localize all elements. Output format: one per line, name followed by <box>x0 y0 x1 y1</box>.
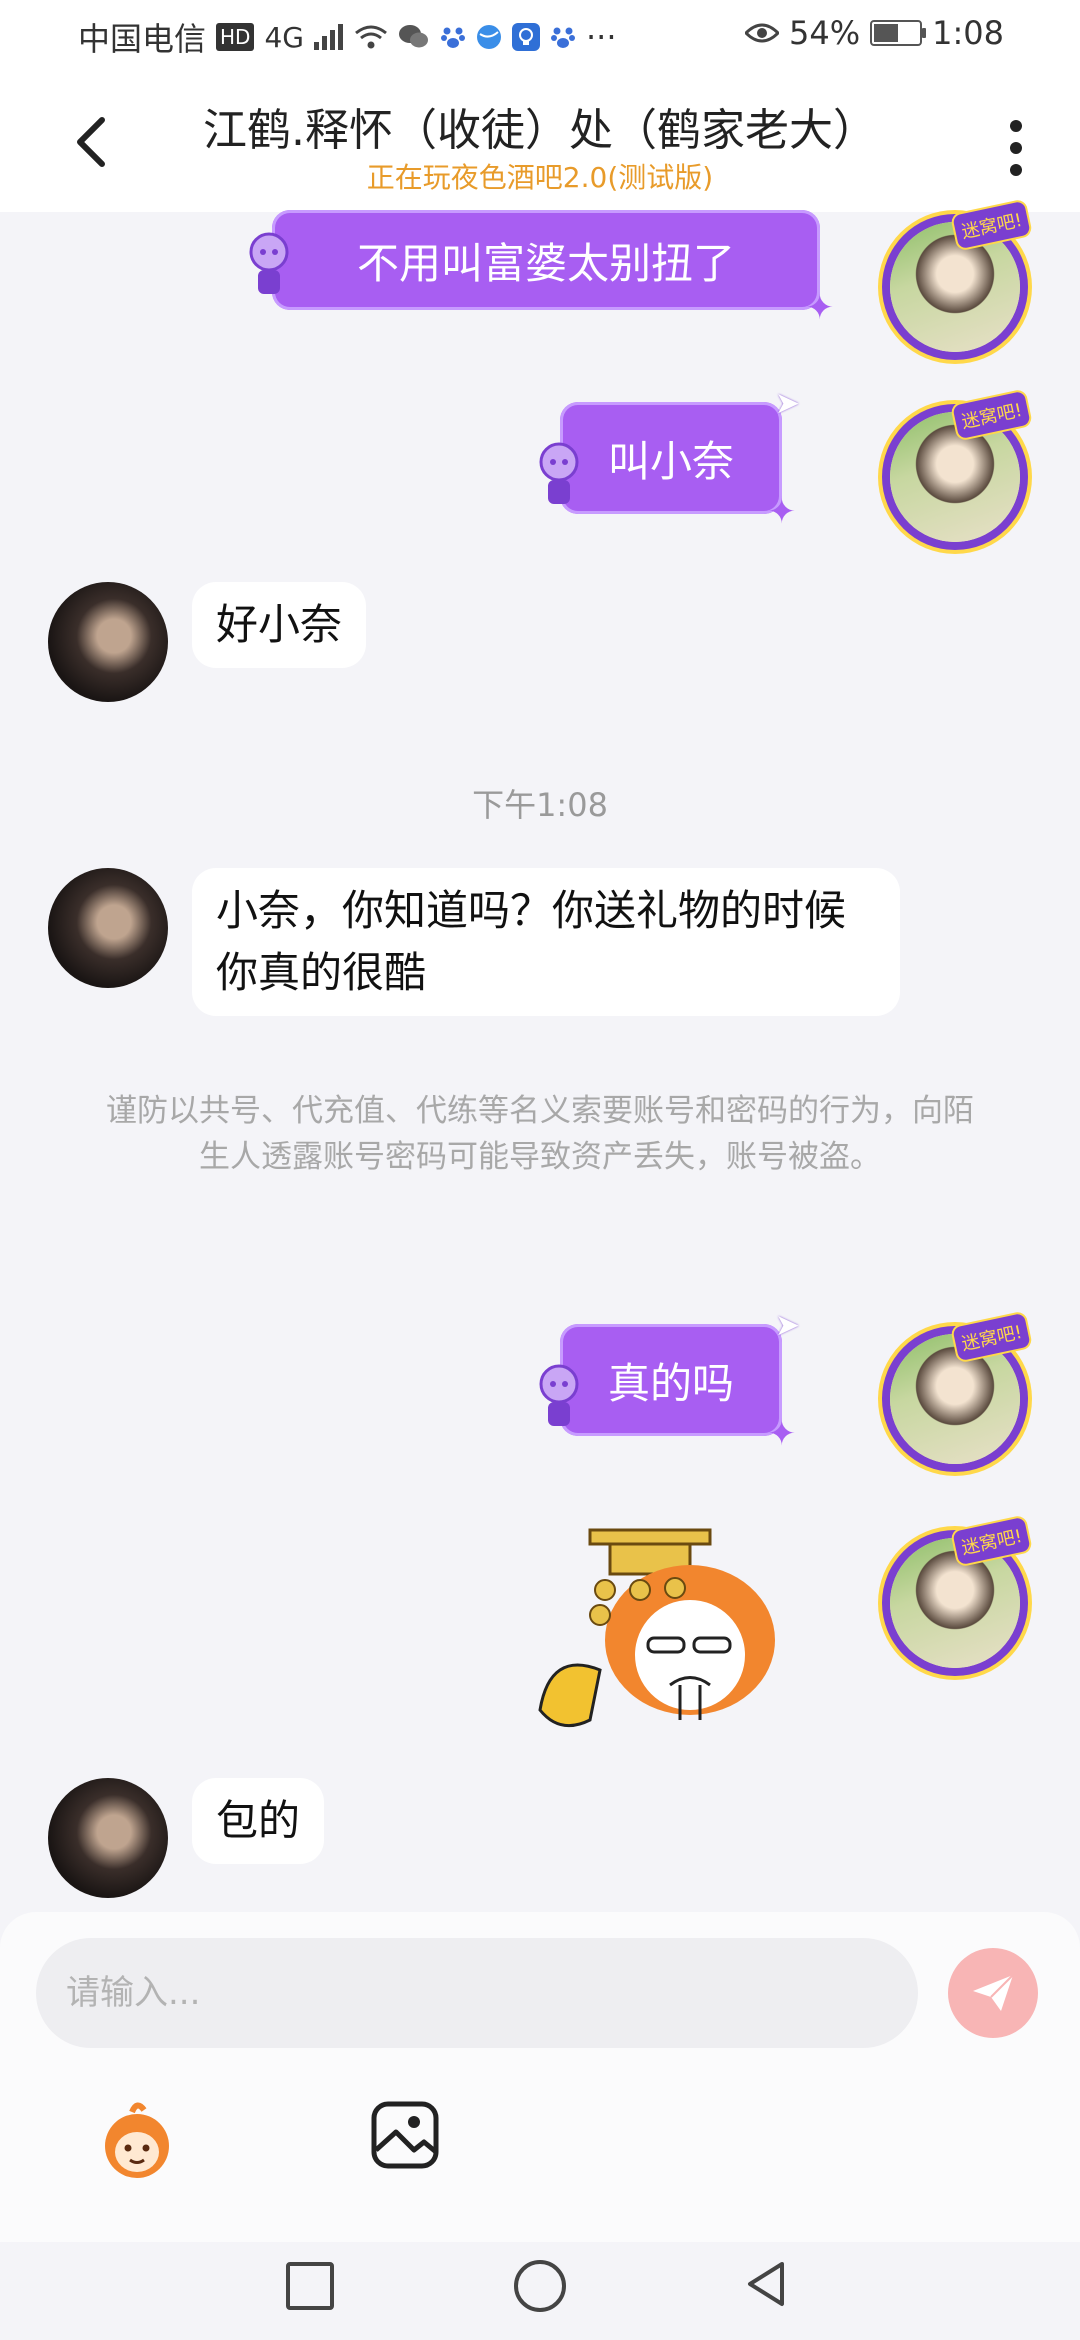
hd-badge: HD <box>216 23 255 51</box>
contact-avatar[interactable] <box>48 582 168 702</box>
send-button[interactable] <box>948 1948 1038 2038</box>
chat-title: 江鹤.释怀（收徒）处（鹤家老大） <box>203 105 877 156</box>
message-bubble-received[interactable]: 好小奈 <box>192 582 367 668</box>
message-text: 小奈，你知道吗？你送礼物的时候你真的很酷 <box>216 886 847 997</box>
input-bar <box>0 1912 1080 2242</box>
system-nav-bar <box>0 2242 1080 2340</box>
more-vertical-icon[interactable] <box>1006 118 1026 178</box>
status-left: 中国电信 HD 4G ··· <box>78 14 617 60</box>
nav-back-icon[interactable] <box>742 2258 790 2310</box>
my-avatar[interactable]: 迷窝吧! <box>890 388 1034 542</box>
mascot-emoji-icon[interactable] <box>92 2100 182 2180</box>
more-notifications-dots: ··· <box>585 18 617 56</box>
message-input[interactable] <box>36 1938 918 2048</box>
recent-apps-button[interactable] <box>286 2262 334 2310</box>
message-text: 不用叫富婆太别扭了 <box>356 238 735 288</box>
message-text: 好小奈 <box>216 600 343 649</box>
paper-plane-icon: ➤ <box>774 1308 800 1343</box>
lightbulb-app-icon <box>511 23 540 51</box>
message-list[interactable]: 不用叫富婆太别扭了 ✦ 迷窝吧! 叫小奈 ➤ ✦ 迷窝吧! 好小奈 下午1:08… <box>0 198 1080 1912</box>
clock: 1:08 <box>932 14 1004 52</box>
baidu-paw-icon <box>440 27 465 48</box>
battery-percent: 54% <box>789 14 861 52</box>
sparkle-icon: ✦ <box>805 288 835 328</box>
message-text: 包的 <box>216 1796 301 1845</box>
sparkle-icon: ✦ <box>767 1414 797 1454</box>
sticker-orange-mascot-salute[interactable] <box>530 1520 800 1750</box>
chat-subtitle: 正在玩夜色酒吧2.0(测试版) <box>366 161 714 194</box>
image-icon[interactable] <box>370 2100 440 2170</box>
send-plane-icon <box>973 1974 1014 2011</box>
message-bubble-sent[interactable]: 叫小奈 ➤ ✦ <box>560 386 800 532</box>
app-ball-icon <box>476 25 501 49</box>
status-right: 54% 1:08 <box>745 14 1004 52</box>
avatar-badge: 迷窝吧! <box>949 388 1034 442</box>
message-text: 叫小奈 <box>607 436 734 486</box>
avatar-badge: 迷窝吧! <box>949 1514 1034 1568</box>
my-avatar[interactable]: 迷窝吧! <box>890 1514 1034 1668</box>
message-bubble-received[interactable]: 小奈，你知道吗？你送礼物的时候你真的很酷 <box>192 868 900 1016</box>
sparkle-icon: ✦ <box>767 492 797 532</box>
message-bubble-sent[interactable]: 不用叫富婆太别扭了 ✦ <box>272 210 834 328</box>
my-avatar[interactable]: 迷窝吧! <box>890 1310 1034 1464</box>
status-bar: 中国电信 HD 4G ··· 54% 1:08 <box>0 0 1080 72</box>
message-bubble-received[interactable]: 包的 <box>192 1778 325 1864</box>
mascot-sticker-icon <box>539 442 579 504</box>
battery-icon <box>870 20 927 46</box>
network-label: 4G <box>264 20 304 54</box>
mascot-sticker-icon <box>539 1364 579 1426</box>
message-bubble-sent[interactable]: 真的吗 ➤ ✦ <box>560 1308 800 1454</box>
carrier-label: 中国电信 <box>78 20 207 58</box>
eye-icon <box>745 23 780 43</box>
message-timestamp: 下午1:08 <box>472 786 608 824</box>
contact-avatar[interactable] <box>48 868 168 988</box>
chat-header: 江鹤.释怀（收徒）处（鹤家老大） 正在玩夜色酒吧2.0(测试版) <box>0 72 1080 212</box>
wechat-icon <box>398 25 428 48</box>
battery-level <box>874 24 898 42</box>
avatar-badge: 迷窝吧! <box>949 1310 1034 1364</box>
contact-avatar[interactable] <box>48 1778 168 1898</box>
signal-icon <box>313 24 343 50</box>
wifi-icon <box>355 25 387 49</box>
home-button[interactable] <box>514 2260 566 2312</box>
security-notice: 谨防以共号、代充值、代练等名义索要账号和密码的行为，向陌生人透露账号密码可能导致… <box>106 1093 974 1175</box>
mascot-sticker-icon <box>249 232 289 294</box>
message-text: 真的吗 <box>607 1358 734 1408</box>
baidu-paw-icon-2 <box>550 27 575 48</box>
paper-plane-icon: ➤ <box>774 386 800 421</box>
my-avatar[interactable]: 迷窝吧! <box>890 198 1034 352</box>
